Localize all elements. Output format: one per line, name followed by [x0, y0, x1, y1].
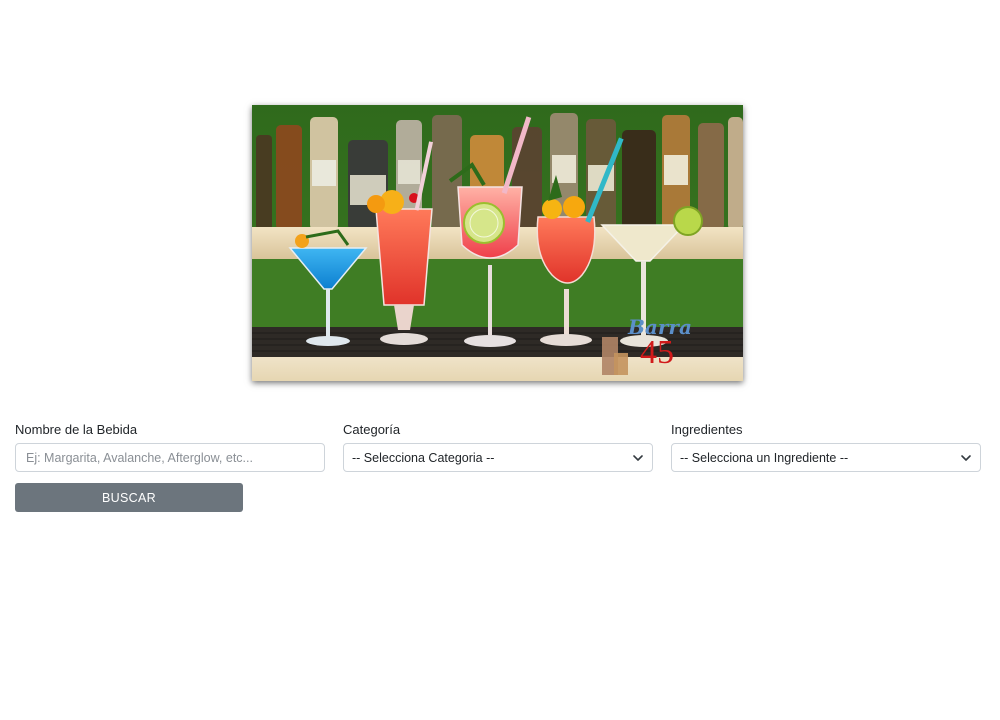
category-select-value: -- Selecciona Categoria -- [352, 450, 495, 465]
ingredient-select[interactable]: -- Selecciona un Ingrediente -- [671, 443, 981, 472]
ingredient-select-value: -- Selecciona un Ingrediente -- [680, 450, 849, 465]
drink-name-input[interactable] [15, 443, 325, 472]
hero-image: Barra 45 [252, 105, 743, 381]
chevron-down-icon [633, 454, 643, 461]
page: Barra 45 Nombre de la Bebida Categoría -… [0, 0, 1000, 720]
drink-name-label: Nombre de la Bebida [15, 422, 138, 437]
ingredient-label: Ingredientes [671, 422, 743, 437]
category-select[interactable]: -- Selecciona Categoria -- [343, 443, 653, 472]
chevron-down-icon [961, 454, 971, 461]
logo-number-text: 45 [640, 334, 674, 371]
category-label: Categoría [343, 422, 401, 437]
search-button[interactable]: BUSCAR [15, 483, 243, 512]
